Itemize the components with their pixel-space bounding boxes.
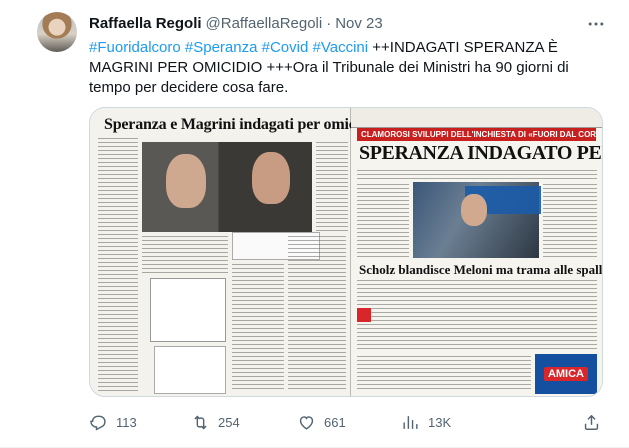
views-button[interactable]: 13K [401, 413, 451, 432]
tweet-actions: 113 254 661 13K [89, 410, 603, 434]
hashtag-link[interactable]: #Vaccini [313, 39, 369, 56]
hashtag-link[interactable]: #Fuoridalcoro [89, 39, 181, 56]
like-button[interactable]: 661 [297, 413, 346, 432]
newspaper-ad: AMICA [534, 354, 597, 394]
left-page-headline: Speranza e Magrini indagati per omicidio [104, 116, 381, 133]
views-icon [403, 415, 418, 429]
separator-dot: · [326, 14, 332, 32]
hashtag-link[interactable]: #Speranza [185, 39, 258, 56]
tweet-date[interactable]: Nov 23 [335, 15, 383, 32]
newspaper-box [150, 278, 226, 342]
tweet[interactable]: Raffaella Regoli @RaffaellaRegoli · Nov … [0, 0, 629, 448]
retweet-button[interactable]: 254 [191, 413, 240, 432]
newspaper-document [154, 346, 226, 394]
newspaper-marker [356, 308, 371, 322]
hashtag-link[interactable]: #Covid [262, 39, 309, 56]
tweet-media-image[interactable]: Speranza e Magrini indagati per omicidio… [89, 107, 603, 397]
newspaper-page-right: CLAMOROSI SVILUPPI DELL'INCHIESTA DI «FU… [350, 108, 603, 396]
ad-label: AMICA [543, 367, 589, 381]
share-button[interactable] [582, 413, 601, 432]
author-name[interactable]: Raffaella Regoli [89, 15, 202, 32]
newspaper-page-left: Speranza e Magrini indagati per omicidio [90, 108, 381, 396]
tweet-text: #Fuoridalcoro #Speranza #Covid #Vaccini … [89, 38, 589, 98]
tweet-header: Raffaella Regoli @RaffaellaRegoli · Nov … [89, 13, 383, 33]
newspaper-photo-face [252, 152, 290, 204]
reply-icon [90, 415, 106, 431]
heart-icon [299, 415, 314, 430]
newspaper-photo-face [166, 154, 206, 208]
like-count: 661 [324, 414, 346, 430]
right-page-headline: SPERANZA INDAGATO PER OMICIDIO [358, 142, 602, 164]
retweet-count: 254 [218, 414, 240, 430]
reply-count: 113 [116, 414, 137, 430]
right-page-subhead: Scholz blandisce Meloni ma trama alle sp… [358, 262, 603, 277]
newspaper-masthead [350, 108, 602, 128]
retweet-icon [194, 415, 207, 429]
newspaper-photo-face [460, 194, 487, 226]
right-page-banner: CLAMOROSI SVILUPPI DELL'INCHIESTA DI «FU… [356, 128, 596, 141]
avatar[interactable] [37, 12, 77, 52]
reply-button[interactable]: 113 [89, 413, 137, 432]
more-options-icon[interactable] [584, 12, 608, 36]
view-count: 13K [428, 414, 452, 430]
author-handle[interactable]: @RaffaellaRegoli [206, 15, 323, 32]
share-icon [584, 414, 599, 430]
